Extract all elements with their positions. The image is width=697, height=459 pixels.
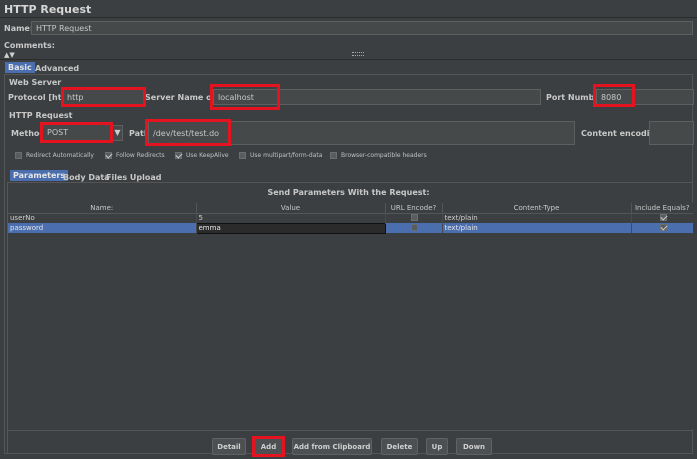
http-request-heading: HTTP Request [9,111,73,120]
option-label: Browser-compatible headers [341,152,427,159]
title-divider [0,17,697,18]
url-encode-cell[interactable] [385,213,443,223]
tab-basic[interactable]: Basic [5,62,35,73]
path-field[interactable]: /dev/test/test.do [148,121,575,145]
encoding-field[interactable] [649,121,694,145]
content-type-cell[interactable]: text/plain [442,223,632,233]
param-value-cell[interactable]: emma [195,222,386,234]
option-label: Use KeepAlive [186,152,229,159]
parameters-title: Send Parameters With the Request: [267,188,430,197]
table-row[interactable]: userNo 5 text/plain [8,213,693,223]
checkbox-icon [239,152,246,159]
checkbox-checked-icon[interactable] [659,223,667,231]
parameters-table: Name: Value URL Encode? Content-Type Inc… [8,203,693,234]
comments-divider [0,59,697,60]
option-label: Follow Redirects [116,152,165,159]
param-value-cell[interactable]: 5 [196,213,386,223]
checkbox-icon[interactable] [411,213,418,221]
include-equals-cell[interactable] [631,223,693,233]
method-select[interactable]: POST [42,124,113,141]
checkbox-icon[interactable] [411,223,418,231]
comments-label: Comments: [4,41,55,50]
column-header-name[interactable]: Name: [8,203,197,213]
parameters-table-wrap: Name: Value URL Encode? Content-Type Inc… [8,203,693,429]
checkbox-checked-icon [105,152,112,159]
delete-button[interactable]: Delete [381,438,418,455]
splitter-grip-icon[interactable] [352,52,364,56]
add-from-clipboard-button[interactable]: Add from Clipboard [292,438,372,455]
checkbox-icon [15,152,22,159]
redirect-automatically-checkbox[interactable]: Redirect Automatically [15,152,94,159]
content-type-cell[interactable]: text/plain [442,213,632,223]
column-header-include-equals[interactable]: Include Equals? [631,203,693,213]
detail-button[interactable]: Detail [212,438,246,455]
collapse-arrows-icon[interactable]: ▲▼ [4,51,15,59]
include-equals-cell[interactable] [631,213,693,223]
table-row[interactable]: password emma text/plain [8,222,693,234]
chevron-down-icon[interactable]: ▼ [112,125,123,141]
web-server-heading: Web Server [9,78,62,87]
checkbox-checked-icon[interactable] [659,213,667,221]
param-name-cell[interactable]: password [8,223,197,233]
tab-advanced[interactable]: Advanced [32,63,82,74]
column-header-url-encode[interactable]: URL Encode? [385,203,443,213]
up-button[interactable]: Up [426,438,448,455]
browser-headers-checkbox[interactable]: Browser-compatible headers [330,152,427,159]
multipart-checkbox[interactable]: Use multipart/form-data [239,152,322,159]
port-field[interactable]: 8080 [596,89,694,105]
checkbox-checked-icon [175,152,182,159]
server-field[interactable]: localhost [213,89,541,105]
option-label: Use multipart/form-data [250,152,323,159]
option-label: Redirect Automatically [26,152,94,159]
column-header-value[interactable]: Value [196,203,386,213]
name-field[interactable]: HTTP Request [31,21,693,35]
checkbox-icon [330,152,337,159]
param-name-cell[interactable]: userNo [8,213,197,223]
protocol-field[interactable]: http [62,89,145,105]
down-button[interactable]: Down [456,438,492,455]
follow-redirects-checkbox[interactable]: Follow Redirects [105,152,165,159]
url-encode-cell[interactable] [385,223,443,233]
page-title: HTTP Request [4,3,92,16]
table-bottom-divider [8,430,693,431]
column-header-content-type[interactable]: Content-Type [442,203,632,213]
name-label: Name: [4,24,34,33]
use-keepalive-checkbox[interactable]: Use KeepAlive [175,152,229,159]
add-button[interactable]: Add [254,438,283,455]
